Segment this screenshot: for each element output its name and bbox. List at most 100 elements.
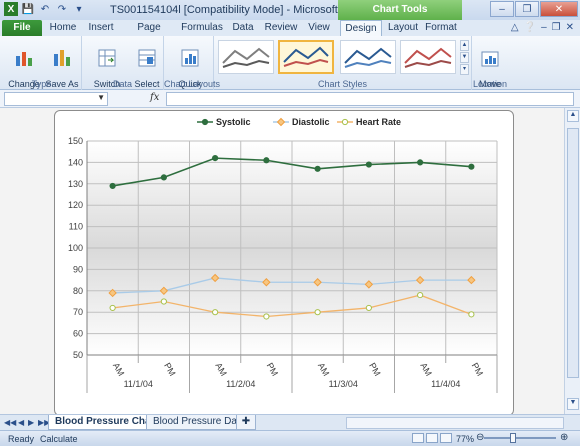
redo-icon[interactable]: ↷: [55, 2, 69, 16]
workbook-close-icon[interactable]: ✕: [566, 22, 574, 33]
y-tick-label: 70: [73, 307, 83, 317]
switch-row-column-icon: [98, 49, 116, 67]
vertical-scroll-thumb[interactable]: [567, 128, 579, 378]
styles-gallery-scroll: ▲ ▼ ▾: [460, 40, 469, 75]
minimize-ribbon-icon[interactable]: △: [511, 22, 519, 33]
status-calculate[interactable]: Calculate: [40, 434, 78, 444]
zoom-in-icon[interactable]: ⊕: [560, 432, 568, 443]
horizontal-scrollbar[interactable]: [346, 417, 564, 429]
legend-swatch-marker: [341, 118, 349, 126]
data-point: [109, 304, 116, 312]
chart-canvas: 50 60 70 80 90 100 110 120 130 140 150 AM PM AM PM AM PM…: [68, 117, 498, 393]
help-icon[interactable]: ❔: [524, 22, 536, 33]
ribbon: Change Chart Type Save As Template Type …: [0, 36, 580, 109]
y-tick-label: 50: [73, 350, 83, 360]
y-tick-label: 120: [68, 200, 83, 210]
chart-style-3[interactable]: [340, 40, 396, 74]
y-tick-label: 90: [73, 264, 83, 274]
prev-sheet-icon[interactable]: ◀: [18, 418, 24, 427]
y-tick-label: 80: [73, 286, 83, 296]
data-point: [365, 304, 372, 312]
gallery-down-button[interactable]: ▼: [460, 52, 469, 63]
tab-review[interactable]: Review: [262, 20, 300, 36]
blood-pressure-chart[interactable]: 50 60 70 80 90 100 110 120 130 140 150 AM PM AM PM AM PM…: [54, 110, 514, 416]
status-ready: Ready: [8, 434, 35, 444]
page-break-view-button[interactable]: [440, 433, 452, 443]
template-icon: [54, 50, 70, 66]
x-tick-label: AM: [111, 361, 126, 378]
gallery-more-button[interactable]: ▾: [460, 64, 469, 75]
x-tick-label: PM: [265, 361, 280, 378]
x-tick-label: AM: [418, 361, 433, 378]
close-button[interactable]: ✕: [540, 1, 578, 17]
next-sheet-icon[interactable]: ▶: [28, 418, 34, 427]
scroll-up-button[interactable]: ▲: [567, 110, 579, 122]
undo-icon[interactable]: ↶: [38, 2, 52, 16]
normal-view-button[interactable]: [412, 433, 424, 443]
legend-label: Diastolic: [292, 117, 330, 127]
window-title: TS001154104l [Compatibility Mode] - Micr…: [110, 4, 368, 16]
chart-style-4[interactable]: [400, 40, 456, 74]
data-point: [160, 298, 167, 305]
type-group: Change Chart Type Save As Template Type: [2, 36, 82, 109]
chart-style-1[interactable]: [218, 40, 274, 74]
style-4-preview: [404, 47, 452, 68]
tab-insert[interactable]: Insert: [84, 20, 118, 36]
chart-layouts-group-label: Chart Layouts: [164, 79, 221, 89]
data-point: [212, 309, 219, 316]
help-area: △ ❔ – ❐ ✕: [511, 22, 574, 33]
chart-style-2[interactable]: [278, 40, 334, 74]
tab-format[interactable]: Format: [424, 20, 458, 36]
gallery-up-button[interactable]: ▲: [460, 40, 469, 51]
zoom-level[interactable]: 77%: [456, 434, 474, 444]
minimize-button[interactable]: –: [490, 1, 514, 17]
y-tick-label: 150: [68, 136, 83, 146]
legend-swatch-marker: [201, 118, 209, 126]
tab-view[interactable]: View: [304, 20, 334, 36]
x-tick-label: PM: [367, 361, 382, 378]
style-1-preview: [222, 47, 270, 68]
formula-input[interactable]: [166, 92, 574, 106]
data-point: [160, 174, 167, 181]
x-tick-label: PM: [470, 361, 485, 378]
name-box-dropdown-icon[interactable]: ▼: [97, 93, 105, 102]
tab-page-layout[interactable]: Page Layout: [122, 20, 176, 49]
workbook-minimize-icon[interactable]: –: [541, 22, 547, 33]
workbook-restore-icon[interactable]: ❐: [552, 22, 561, 33]
data-point: [417, 291, 424, 299]
data-point: [109, 182, 116, 190]
page-layout-view-button[interactable]: [426, 433, 438, 443]
style-2-preview: [283, 46, 329, 67]
customize-qat-icon[interactable]: ▾: [72, 2, 86, 16]
chart-type-icon: [16, 52, 32, 66]
tab-home[interactable]: Home: [46, 20, 80, 36]
scroll-down-button[interactable]: ▼: [567, 398, 579, 410]
formula-bar: ▼ fx: [0, 90, 580, 108]
tab-formulas[interactable]: Formulas: [180, 20, 224, 36]
name-box[interactable]: ▼: [4, 92, 108, 106]
tab-data[interactable]: Data: [228, 20, 258, 36]
tab-layout[interactable]: Layout: [386, 20, 420, 36]
restore-button[interactable]: ❐: [515, 1, 539, 17]
x-tick-label: AM: [316, 361, 331, 378]
chart-styles-group-label: Chart Styles: [317, 79, 368, 89]
quick-access-toolbar: X 💾 ↶ ↷ ▾: [4, 2, 86, 16]
insert-function-button[interactable]: fx: [150, 92, 159, 103]
data-point: [314, 165, 321, 172]
ribbon-tabs: File Home Insert Page Layout Formulas Da…: [0, 20, 580, 49]
zoom-slider[interactable]: [484, 437, 556, 439]
title-bar: X 💾 ↶ ↷ ▾ TS001154104l [Compatibility Mo…: [0, 0, 580, 20]
chart-styles-group: ▲ ▼ ▾ Chart Styles: [214, 36, 472, 90]
vertical-scrollbar[interactable]: ▲ ▼: [564, 108, 580, 414]
data-point: [417, 159, 424, 166]
zoom-slider-knob[interactable]: [510, 433, 516, 443]
insert-sheet-icon[interactable]: ✚: [236, 415, 256, 430]
excel-logo-icon[interactable]: X: [4, 2, 18, 16]
tab-design[interactable]: Design: [340, 20, 382, 36]
first-sheet-icon[interactable]: ◀◀: [4, 418, 16, 427]
data-point: [212, 155, 219, 162]
x-group-label: 11/2/04: [226, 379, 255, 389]
legend-label: Heart Rate: [356, 117, 401, 127]
tab-file[interactable]: File: [2, 20, 42, 36]
save-icon[interactable]: 💾: [21, 2, 35, 16]
